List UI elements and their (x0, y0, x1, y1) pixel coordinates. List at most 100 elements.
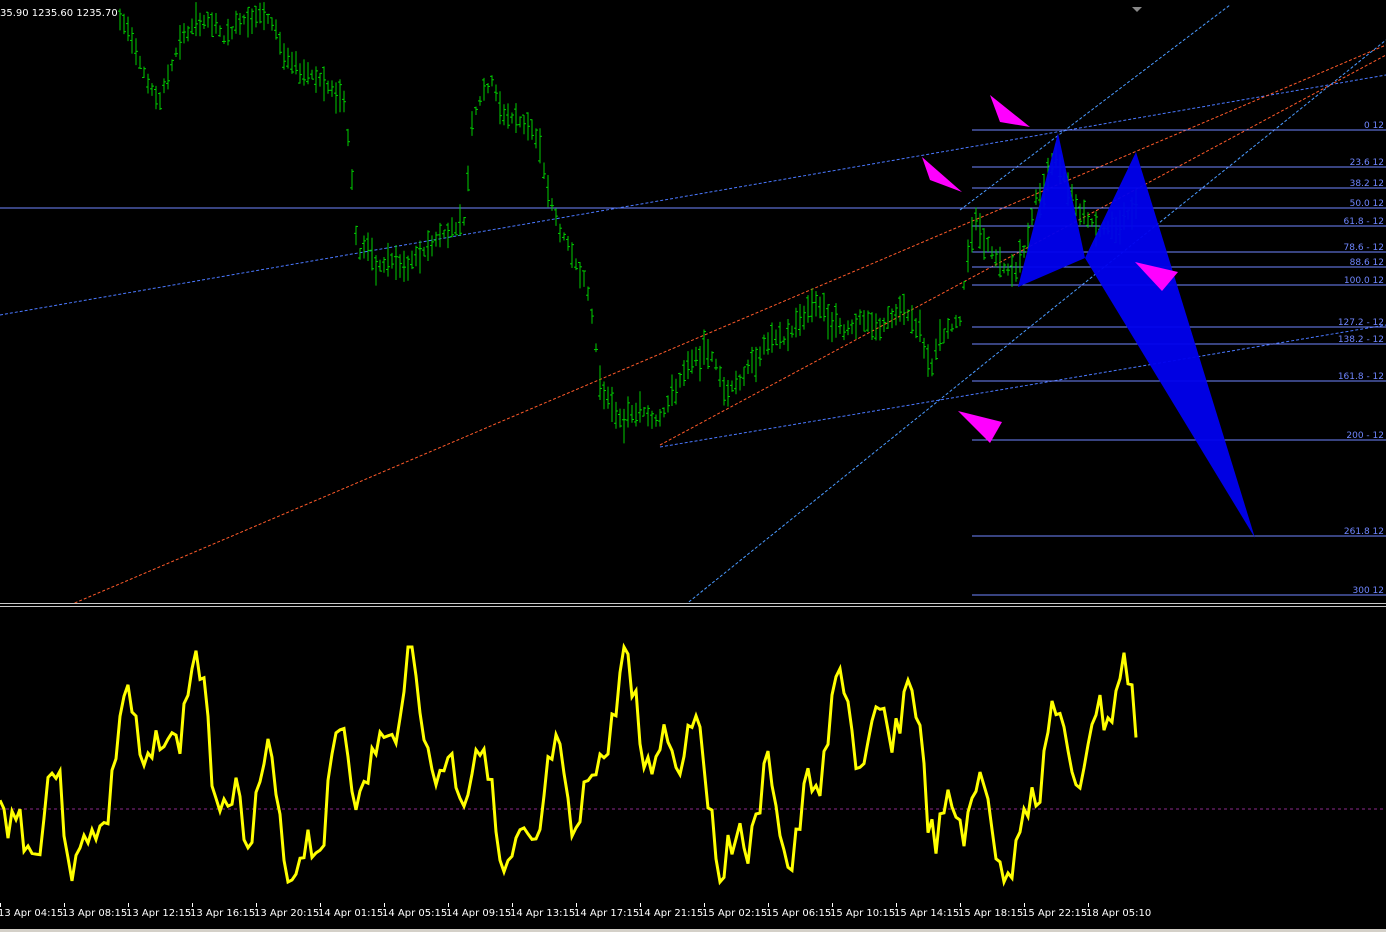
price-bar (186, 25, 190, 42)
price-bar (562, 232, 566, 241)
indicator-canvas[interactable] (0, 607, 1386, 903)
price-bar (190, 18, 194, 35)
price-bar (346, 128, 350, 147)
chart-shift-marker[interactable] (1132, 7, 1142, 12)
price-chart-pane[interactable]: 0 12 23.6 12 38.2 12 50.0 12 61.8 - 12 78.6 -… (0, 0, 1386, 605)
price-bar (870, 312, 874, 341)
price-bar (258, 2, 262, 24)
price-bar (678, 372, 682, 388)
price-bar (946, 317, 950, 339)
time-axis-label: 15 Apr 10:15 (830, 908, 896, 919)
price-bar (502, 104, 506, 126)
price-bar (162, 78, 166, 94)
price-bar (278, 31, 282, 55)
time-axis-label: 13 Apr 16:15 (190, 908, 256, 919)
price-bar (402, 250, 406, 282)
time-axis-label: 15 Apr 22:15 (1022, 908, 1088, 919)
price-bar (390, 252, 394, 269)
price-bar (918, 309, 922, 343)
price-bar (638, 391, 642, 423)
arrow-marker-2[interactable] (922, 157, 962, 192)
time-axis-tick (704, 903, 705, 907)
price-bar (366, 232, 370, 262)
time-axis-tick (64, 903, 65, 907)
price-bar (610, 386, 614, 423)
price-bar (658, 409, 662, 427)
price-bar (414, 245, 418, 267)
price-bar (314, 66, 318, 93)
time-axis-label: 14 Apr 05:15 (382, 908, 448, 919)
time-axis-tick (768, 903, 769, 907)
price-bar (550, 198, 554, 211)
price-bar (234, 10, 238, 34)
indicator-line[interactable] (0, 642, 1138, 887)
price-bar (1002, 262, 1006, 274)
price-bar (290, 51, 294, 74)
price-bar (754, 346, 758, 383)
price-bar (822, 292, 826, 322)
price-bar (250, 8, 254, 34)
arrow-marker-4[interactable] (958, 411, 1002, 443)
price-bar (446, 222, 450, 249)
price-bar (598, 365, 602, 401)
price-bar (330, 80, 334, 97)
time-axis-label: 14 Apr 13:15 (510, 908, 576, 919)
price-bar (766, 332, 770, 355)
price-bar (462, 217, 466, 226)
price-bar (454, 222, 458, 236)
price-bar (742, 366, 746, 386)
price-bar (146, 73, 150, 94)
price-bar (270, 17, 274, 31)
time-axis-tick (384, 903, 385, 907)
price-bar (650, 410, 654, 429)
price-bar (474, 106, 478, 116)
channel-line-red-upper[interactable] (659, 54, 1386, 446)
price-bar (1014, 261, 1018, 282)
time-axis-tick (960, 903, 961, 907)
price-bar (394, 245, 398, 280)
fib-level-label: 88.6 12 (1350, 258, 1384, 268)
price-bar (778, 321, 782, 349)
trend-line-blue-upper[interactable] (0, 74, 1386, 316)
price-bar (846, 320, 850, 336)
price-bar (582, 270, 586, 287)
arrow-marker-1[interactable] (990, 95, 1030, 127)
price-bar (962, 281, 966, 290)
price-chart-canvas[interactable]: 0 12 23.6 12 38.2 12 50.0 12 61.8 - 12 78.6 -… (0, 0, 1386, 605)
price-bar (326, 80, 330, 94)
price-bar (130, 27, 134, 54)
price-bar (490, 75, 494, 87)
price-bar (370, 237, 374, 271)
price-bar (714, 358, 718, 371)
price-bar (438, 222, 442, 248)
price-bar (398, 254, 402, 278)
price-bar (542, 162, 546, 179)
chart-window[interactable]: 0 12 23.6 12 38.2 12 50.0 12 61.8 - 12 78.6 -… (0, 0, 1386, 932)
price-bar (442, 229, 446, 239)
price-bar (722, 376, 726, 406)
trend-line-blue-steep[interactable] (684, 39, 1386, 605)
price-bar (430, 235, 434, 257)
price-bar (378, 259, 382, 272)
price-bar (214, 13, 218, 34)
time-axis-tick (448, 903, 449, 907)
price-bar (322, 66, 326, 102)
price-bar (938, 319, 942, 351)
time-axis-tick (640, 903, 641, 907)
price-bar (898, 295, 902, 322)
price-bar (466, 165, 470, 192)
time-axis-label: 15 Apr 02:15 (702, 908, 768, 919)
time-axis-tick (320, 903, 321, 907)
price-bar (762, 334, 766, 355)
indicator-pane[interactable] (0, 607, 1386, 903)
trend-line-blue-lower[interactable] (659, 324, 1386, 448)
price-bar (782, 336, 786, 345)
time-axis-tick (1024, 903, 1025, 907)
price-bar (242, 14, 246, 25)
time-axis-tick (896, 903, 897, 907)
price-bar (626, 396, 630, 428)
pattern-triangle-2[interactable] (1085, 152, 1255, 538)
fib-level-label: 38.2 12 (1350, 179, 1384, 189)
price-bar (514, 103, 518, 133)
price-bar (646, 405, 650, 427)
